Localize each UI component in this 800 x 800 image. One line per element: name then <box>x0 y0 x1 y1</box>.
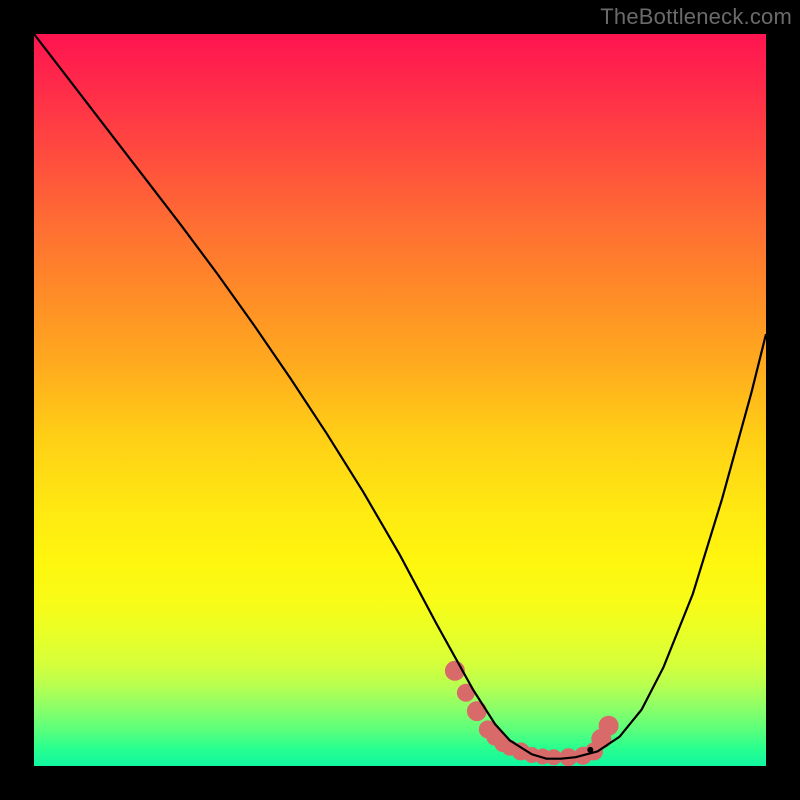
cluster-marker <box>546 749 562 765</box>
plot-area <box>34 34 766 766</box>
bottleneck-curve <box>34 34 766 759</box>
cluster-marker <box>467 701 487 721</box>
single-black-dot <box>587 747 593 753</box>
watermark-text: TheBottleneck.com <box>600 4 792 30</box>
cluster-marker <box>599 716 619 736</box>
plot-svg <box>34 34 766 766</box>
chart-frame: TheBottleneck.com <box>0 0 800 800</box>
